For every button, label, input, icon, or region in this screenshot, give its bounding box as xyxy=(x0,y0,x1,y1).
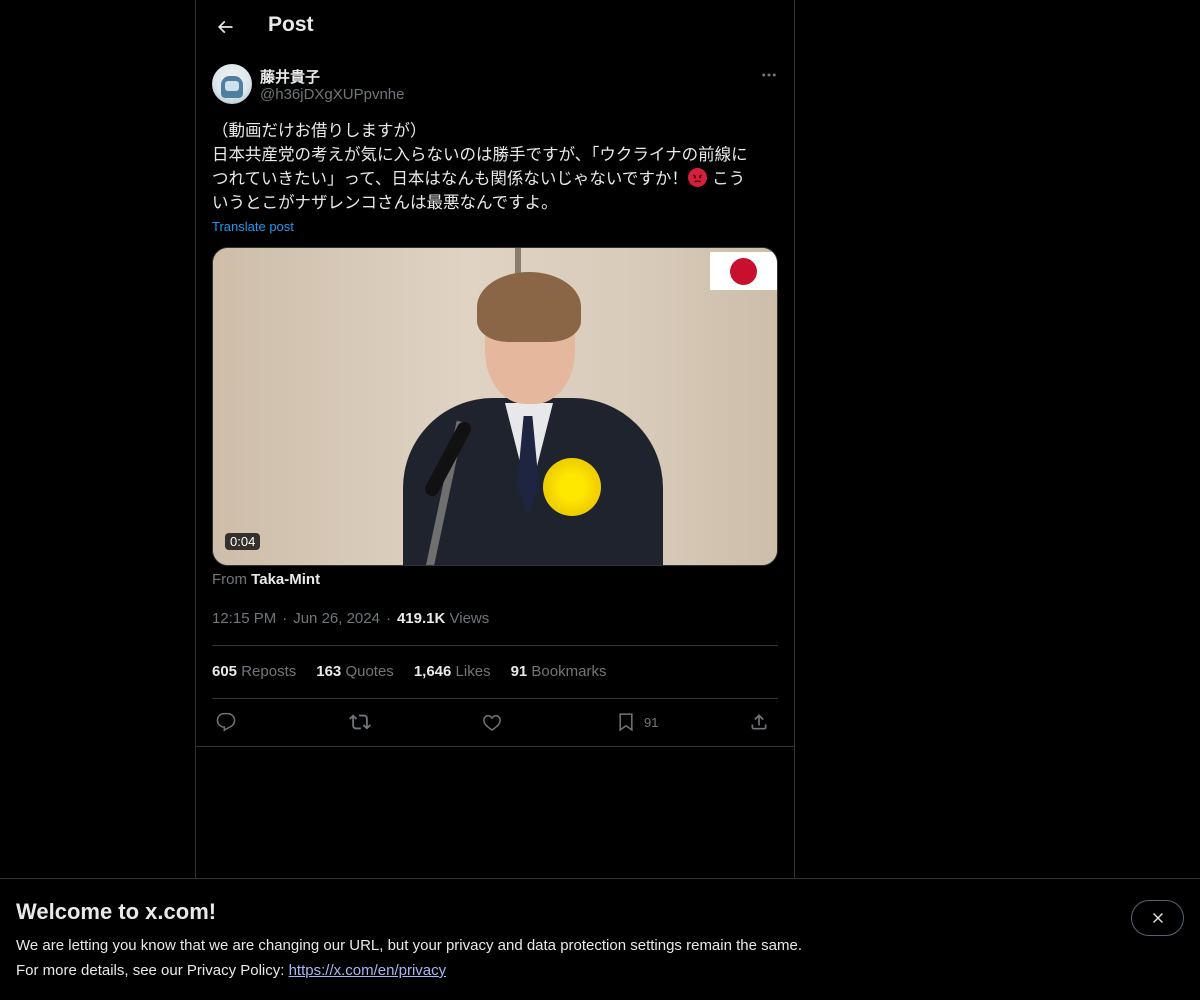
angry-face-icon xyxy=(687,168,707,187)
banner-text-2-label: For more details, see our Privacy Policy… xyxy=(16,962,289,979)
post-line-3b: こう xyxy=(706,169,746,188)
post-time[interactable]: 12:15 PM xyxy=(212,610,276,627)
like-button[interactable] xyxy=(482,708,502,736)
bookmark-icon xyxy=(619,713,633,732)
share-icon xyxy=(751,714,767,730)
flag-sun xyxy=(730,258,757,285)
likes-stat[interactable]: 1,646 Likes xyxy=(414,663,491,680)
page-header: Post xyxy=(196,0,794,53)
reposts-stat[interactable]: 605 Reposts xyxy=(212,663,296,680)
post-meta: 12:15 PM · Jun 26, 2024 · 419.1K Views xyxy=(212,610,490,627)
more-icon xyxy=(762,73,776,77)
likes-label: Likes xyxy=(455,663,491,680)
divider-bottom xyxy=(212,698,778,699)
video-duration: 0:04 xyxy=(225,533,261,550)
bookmarks-stat[interactable]: 91 Bookmarks xyxy=(511,663,607,680)
author-handle[interactable]: @h36jDXgXUPpvnhe xyxy=(260,86,404,103)
quotes-count: 163 xyxy=(316,663,342,680)
avatar-figure-detail xyxy=(225,81,239,91)
bookmark-count: 91 xyxy=(644,714,659,730)
repost-button[interactable] xyxy=(349,708,371,736)
banner-title: Welcome to x.com! xyxy=(16,899,217,924)
from-label: From xyxy=(212,571,247,588)
video-person-hair xyxy=(477,272,581,342)
post-line-3a: つれていきたい」って、日本はなんも関係ないじゃないですか！ xyxy=(212,169,688,188)
yellow-flower-badge xyxy=(543,458,601,516)
banner-text-2: For more details, see our Privacy Policy… xyxy=(16,962,446,979)
from-user-link[interactable]: Taka-Mint xyxy=(251,571,320,588)
translate-post-link[interactable]: Translate post xyxy=(212,219,294,234)
back-arrow-icon xyxy=(217,20,233,34)
privacy-policy-link[interactable]: https://x.com/en/privacy xyxy=(289,962,447,979)
post-line-1: （動画だけお借りしますが） xyxy=(212,121,427,140)
main-column: Post 藤井貴子 @h36jDXgXUPpvnhe （動画だけお借りしますが）… xyxy=(195,0,795,1000)
bookmarks-count: 91 xyxy=(510,663,528,680)
views-label: Views xyxy=(449,610,490,627)
like-icon xyxy=(483,714,501,731)
banner-close-button[interactable] xyxy=(1131,900,1184,936)
repost-icon xyxy=(349,714,371,730)
reply-button[interactable] xyxy=(216,708,236,736)
quotes-label: Quotes xyxy=(345,663,394,680)
japan-flag xyxy=(710,252,777,290)
likes-count: 1,646 xyxy=(413,663,452,680)
views-count: 419.1K xyxy=(396,610,446,627)
post-line-4: いうとこがナザレンコさんは最悪なんですよ。 xyxy=(212,193,558,212)
post-stats: 605 Reposts 163 Quotes 1,646 Likes 91 Bo… xyxy=(212,663,606,680)
avatar[interactable] xyxy=(212,64,252,104)
post-text: （動画だけお借りしますが） 日本共産党の考えが気に入らないのは勝手ですが、「ウク… xyxy=(212,119,778,215)
back-button[interactable] xyxy=(208,10,242,44)
post-bottom-border xyxy=(196,746,794,747)
banner-text-1: We are letting you know that we are chan… xyxy=(16,937,802,954)
share-button[interactable] xyxy=(749,708,769,736)
action-bar: 91 xyxy=(212,708,778,736)
close-icon xyxy=(1152,913,1163,923)
bookmarks-label: Bookmarks xyxy=(531,663,607,680)
video-player[interactable]: 0:04 xyxy=(212,247,778,566)
post-line-2: 日本共産党の考えが気に入らないのは勝手ですが、「ウクライナの前線に xyxy=(212,145,748,164)
bookmark-button[interactable]: 91 xyxy=(616,708,658,736)
quotes-stat[interactable]: 163 Quotes xyxy=(316,663,394,680)
video-source: From Taka-Mint xyxy=(212,571,320,588)
reply-icon xyxy=(216,712,236,732)
more-button[interactable] xyxy=(756,62,782,88)
reposts-count: 605 xyxy=(212,663,238,680)
author-display-name[interactable]: 藤井貴子 xyxy=(260,66,320,87)
welcome-banner: Welcome to x.com! We are letting you kno… xyxy=(0,878,1200,1000)
post-date[interactable]: Jun 26, 2024 xyxy=(293,610,380,627)
reposts-label: Reposts xyxy=(241,663,297,680)
page-title: Post xyxy=(268,13,314,36)
divider-top xyxy=(212,645,778,646)
